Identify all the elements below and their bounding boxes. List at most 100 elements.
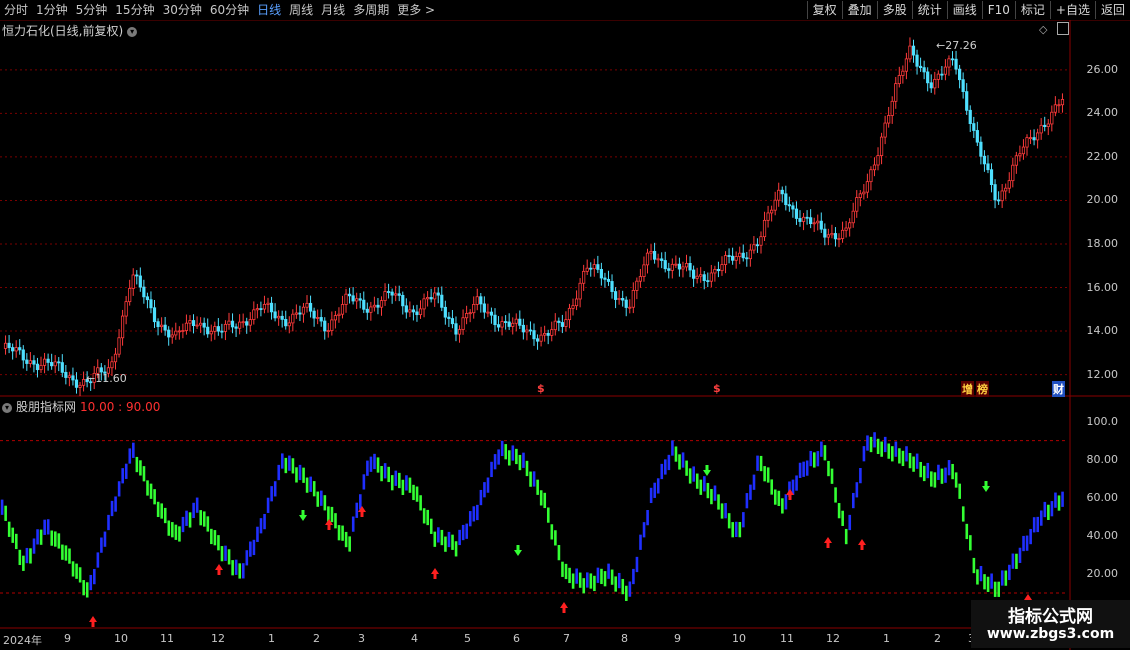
indicator-bar — [259, 518, 263, 534]
sell-signal-arrow-icon — [299, 510, 307, 521]
candle-body — [933, 78, 937, 89]
indicator-bar — [266, 497, 270, 513]
indicator-bar — [1025, 535, 1029, 551]
candle-body — [294, 312, 298, 315]
candle-body — [539, 334, 543, 342]
date-axis-label: 12 — [826, 632, 840, 645]
indicator-bar — [224, 545, 227, 561]
candle-body — [755, 244, 760, 247]
candle-body — [713, 268, 717, 274]
indicator-bar — [770, 479, 774, 495]
candle-body — [120, 315, 125, 339]
price-axis-tick: 14.00 — [1086, 324, 1119, 338]
indicator-bar — [82, 580, 85, 596]
indicator-bar — [1036, 516, 1040, 533]
candle-body — [762, 219, 767, 238]
indicator-bar — [288, 455, 291, 471]
candle-body — [284, 319, 288, 327]
candle-body — [124, 301, 128, 317]
candle-body — [145, 296, 150, 301]
candle-body — [450, 318, 455, 325]
candle-body — [621, 297, 625, 301]
indicator-bar — [972, 557, 976, 574]
indicator-bar — [351, 516, 355, 532]
indicator-bar — [369, 456, 373, 472]
candle-body — [862, 191, 866, 195]
indicator-bar — [465, 523, 469, 539]
indicator-bar — [653, 482, 656, 498]
candle-body — [596, 264, 600, 270]
candle-body — [780, 189, 784, 195]
indicator-bar — [231, 560, 234, 576]
indicator-bar — [823, 445, 827, 461]
indicator-bar — [390, 475, 394, 491]
indicator-bar — [603, 571, 607, 587]
candle-body — [670, 263, 674, 271]
indicator-bar — [525, 460, 529, 477]
indicator-bar — [500, 440, 504, 457]
candle-body — [291, 313, 295, 324]
indicator-bar — [901, 450, 905, 467]
indicator-bar — [93, 568, 96, 585]
candle-body — [386, 291, 391, 293]
indicator-bar — [68, 548, 71, 564]
candle-body — [1018, 153, 1022, 157]
date-axis-label: 6 — [513, 632, 520, 645]
indicator-bar — [387, 466, 390, 483]
candle-body — [652, 250, 657, 260]
badge-ranking[interactable]: 榜 — [976, 381, 989, 397]
indicator-bar — [586, 572, 589, 588]
indicator-bar — [483, 482, 486, 498]
event-marker[interactable]: $ — [537, 382, 545, 395]
indicator-bar — [837, 503, 841, 519]
candle-body — [617, 297, 621, 300]
indicator-bar — [894, 441, 898, 457]
candle-body — [706, 280, 710, 282]
candle-body — [926, 71, 930, 84]
candle-body — [138, 275, 142, 288]
candle-body — [819, 220, 823, 230]
date-axis-label: 2024年 — [3, 634, 42, 647]
candle-body — [379, 300, 384, 308]
candle-body — [968, 109, 972, 125]
candle-body — [731, 255, 735, 261]
indicator-bar — [298, 464, 302, 481]
candle-body — [890, 100, 894, 116]
candle-body — [433, 292, 437, 300]
indicator-bar — [202, 511, 206, 527]
indicator-bar — [756, 455, 759, 471]
indicator-bar — [458, 529, 461, 546]
candle-body — [958, 68, 962, 81]
date-axis-label: 12 — [211, 632, 225, 645]
candle-body — [255, 308, 259, 311]
candle-body — [415, 311, 419, 316]
buy-signal-arrow-icon — [431, 568, 439, 579]
event-marker[interactable]: $ — [713, 382, 721, 395]
indicator-bar — [114, 496, 117, 512]
badge-finance[interactable]: 财 — [1052, 381, 1065, 397]
candle-body — [425, 297, 430, 300]
indicator-bar — [135, 456, 139, 473]
buy-signal-arrow-icon — [560, 602, 568, 613]
indicator-bar — [710, 488, 713, 505]
indicator-bar — [536, 479, 539, 495]
candle-body — [638, 276, 643, 282]
indicator-bar — [961, 506, 965, 522]
badge-increase[interactable]: 增 — [961, 381, 974, 397]
indicator-bar — [749, 484, 752, 500]
indicator-bar — [685, 460, 688, 476]
candle-body — [692, 269, 696, 279]
chart-canvas[interactable] — [0, 0, 1130, 650]
price-axis-tick: 12.00 — [1086, 367, 1119, 381]
indicator-bar — [220, 546, 224, 562]
indicator-bar — [54, 531, 57, 547]
date-axis-label: 11 — [780, 632, 794, 645]
indicator-bar — [405, 475, 408, 491]
candle-body — [1046, 123, 1050, 128]
indicator-bar — [1018, 547, 1022, 563]
candle-body — [610, 281, 614, 292]
candle-body — [53, 361, 57, 367]
indicator-bar — [731, 522, 735, 538]
candle-body — [245, 321, 249, 326]
candle-body — [833, 233, 838, 240]
